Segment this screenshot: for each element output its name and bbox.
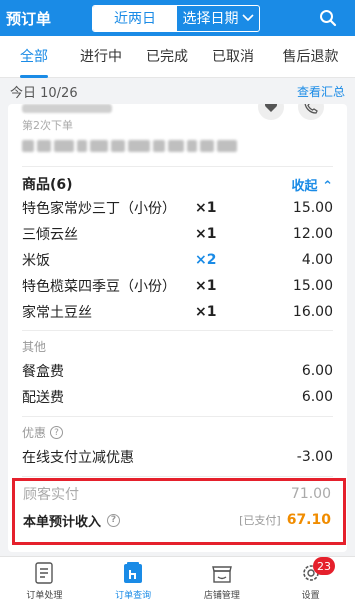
top-bar: 预订单 近两日 选择日期 — [0, 0, 355, 36]
help-icon[interactable]: ? — [50, 426, 64, 439]
nav-settings[interactable]: 设置 23 — [266, 557, 355, 613]
item-qty: ×1 — [195, 278, 217, 294]
item-qty: ×2 — [195, 252, 217, 268]
customer-paid-label: 顾客实付 — [23, 487, 79, 503]
item-name: 家常土豆丝 — [22, 305, 92, 321]
nav-order-processing[interactable]: 订单处理 — [0, 557, 89, 613]
nav-label: 设置 — [301, 591, 320, 601]
discount-value: -3.00 — [296, 449, 333, 465]
discount-row: 在线支付立减优惠 -3.00 — [22, 446, 333, 468]
chevron-down-icon — [241, 14, 254, 22]
customer-name-blurred — [22, 104, 112, 113]
item-price: 4.00 — [301, 252, 333, 268]
expected-income-row: 本单预计收入 ? [已支付] 67.10 — [23, 509, 331, 531]
store-icon — [211, 566, 232, 583]
view-summary-link[interactable]: 查看汇总 — [297, 83, 345, 100]
list-item: 特色家常炒三丁（小份） ×1 15.00 — [22, 196, 333, 220]
item-price: 15.00 — [292, 278, 333, 294]
select-date-label: 选择日期 — [182, 11, 239, 27]
list-item: 家常土豆丝 ×1 16.00 — [22, 300, 333, 324]
item-qty: ×1 — [195, 200, 217, 216]
delivery-fee-row: 配送费 6.00 — [22, 386, 333, 408]
item-qty: ×1 — [195, 304, 217, 320]
nav-store-management[interactable]: 店铺管理 — [178, 557, 267, 613]
order-query-icon — [124, 562, 143, 583]
item-name: 米饭 — [22, 253, 50, 269]
list-item: 特色榄菜四季豆（小份） ×1 15.00 — [22, 274, 333, 298]
tab-in-progress[interactable]: 进行中 — [68, 36, 134, 78]
bottom-nav: 订单处理 订单查询 店铺管理 设置 23 — [0, 556, 355, 613]
tab-all[interactable]: 全部 — [0, 36, 68, 78]
nav-order-query[interactable]: 订单查询 — [89, 557, 178, 613]
heart-button[interactable] — [258, 104, 284, 120]
divider — [22, 476, 333, 477]
discount-section: 优惠 ? — [22, 424, 64, 441]
delivery-fee-label: 配送费 — [22, 390, 64, 406]
status-tabs: 全部 进行中 已完成 已取消 售后退款 — [0, 36, 355, 78]
list-item: 三倾云丝 ×1 12.00 — [22, 222, 333, 246]
list-item: 米饭 ×2 4.00 — [22, 248, 333, 272]
item-name: 三倾云丝 — [22, 227, 78, 243]
date-row: 今日 10/26 查看汇总 — [0, 78, 355, 104]
search-icon[interactable] — [319, 9, 337, 27]
other-section-label: 其他 — [22, 340, 47, 354]
box-fee-value: 6.00 — [301, 363, 333, 379]
paid-status: [已支付] — [239, 514, 281, 527]
call-button[interactable] — [298, 104, 324, 120]
item-name: 特色家常炒三丁（小份） — [22, 201, 176, 217]
goods-header: 商品(6) 收起 ⌃ — [22, 174, 333, 194]
customer-paid-value: 71.00 — [290, 486, 331, 502]
notification-badge: 23 — [313, 557, 335, 575]
item-price: 16.00 — [292, 304, 333, 320]
item-price: 12.00 — [292, 226, 333, 242]
heart-icon — [265, 104, 277, 112]
goods-count-label: 商品(6) — [22, 177, 73, 193]
discount-label: 优惠 — [22, 426, 47, 440]
help-icon[interactable]: ? — [107, 513, 121, 527]
customer-order-count: 第2次下单 — [22, 119, 73, 132]
clipboard-icon — [35, 562, 54, 584]
discount-name: 在线支付立减优惠 — [22, 450, 134, 466]
item-qty: ×1 — [195, 226, 217, 242]
tab-after-sale-refund[interactable]: 售后退款 — [266, 36, 355, 78]
tab-completed[interactable]: 已完成 — [134, 36, 200, 78]
phone-icon — [304, 104, 318, 114]
collapse-button[interactable]: 收起 ⌃ — [292, 175, 333, 194]
expected-income-value: 67.10 — [286, 512, 331, 528]
divider — [22, 416, 333, 417]
expected-income-label: 本单预计收入 — [23, 514, 102, 530]
chevron-up-icon: ⌃ — [322, 178, 333, 194]
item-price: 15.00 — [292, 200, 333, 216]
segment-select-date[interactable]: 选择日期 — [177, 6, 259, 31]
item-name: 特色榄菜四季豆（小份） — [22, 279, 176, 295]
nav-label: 订单查询 — [115, 591, 152, 601]
nav-label: 店铺管理 — [203, 591, 240, 601]
date-label: 今日 10/26 — [10, 85, 78, 101]
page-title: 预订单 — [6, 9, 52, 28]
divider — [22, 166, 333, 167]
customer-paid-row: 顾客实付 71.00 — [23, 483, 331, 505]
segment-recent-two-days[interactable]: 近两日 — [93, 5, 177, 31]
address-blurred — [22, 136, 272, 156]
box-fee-label: 餐盒费 — [22, 364, 64, 380]
tab-cancelled[interactable]: 已取消 — [200, 36, 266, 78]
divider — [22, 330, 333, 331]
delivery-fee-value: 6.00 — [301, 389, 333, 405]
date-segment: 近两日 选择日期 — [92, 4, 260, 32]
box-fee-row: 餐盒费 6.00 — [22, 360, 333, 382]
nav-label: 订单处理 — [26, 591, 63, 601]
collapse-label: 收起 — [291, 178, 318, 194]
